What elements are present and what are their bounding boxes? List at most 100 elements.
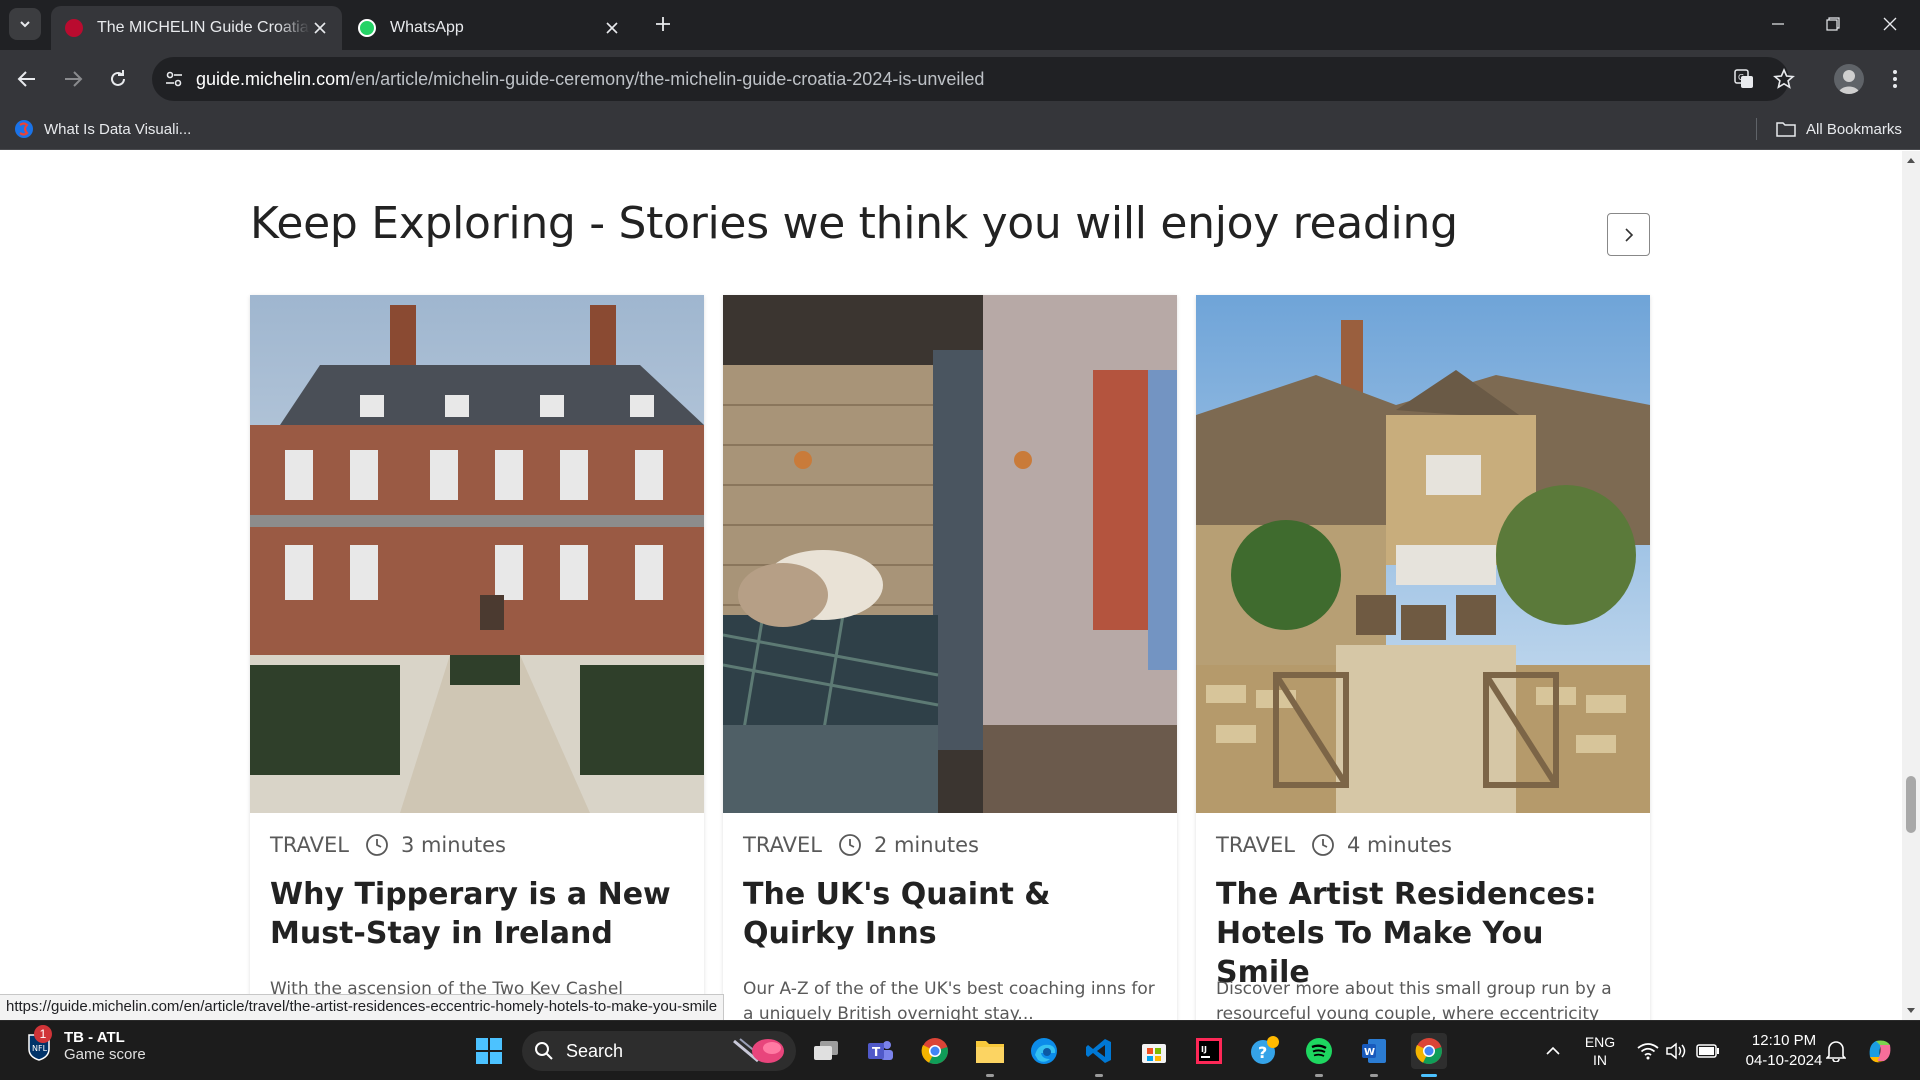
article-excerpt: Our A-Z of the of the UK's best coaching…: [743, 979, 1155, 1020]
word-icon: W: [1362, 1039, 1386, 1063]
help-icon: ?: [1251, 1036, 1279, 1064]
chrome-icon: [1415, 1038, 1442, 1065]
all-bookmarks-button[interactable]: All Bookmarks: [1776, 108, 1902, 150]
close-window-button[interactable]: [1870, 8, 1910, 40]
back-button[interactable]: [11, 63, 43, 95]
chrome-app-active[interactable]: [1411, 1033, 1447, 1069]
word-app[interactable]: W: [1356, 1033, 1392, 1069]
show-hidden-icons-button[interactable]: [1535, 1033, 1571, 1069]
michelin-favicon-icon: [65, 19, 83, 37]
sports-widget[interactable]: NFL 1 TB - ATL Game score: [24, 1025, 146, 1063]
edge-app[interactable]: [1026, 1033, 1062, 1069]
clock[interactable]: 12:10 PM 04-10-2024: [1738, 1031, 1830, 1071]
restore-button[interactable]: [1813, 8, 1853, 40]
article-headline[interactable]: Why Tipperary is a New Must-Stay in Irel…: [270, 875, 690, 953]
browser-tab-strip: The MICHELIN Guide Croatia 2024 WhatsApp: [0, 0, 1920, 50]
page-viewport: Keep Exploring - Stories we think you wi…: [0, 151, 1902, 1020]
search-icon: [535, 1042, 553, 1060]
article-excerpt: Discover more about this small group run…: [1216, 979, 1612, 1020]
scroll-down-arrow-icon[interactable]: [1902, 1004, 1920, 1018]
url-host: guide.michelin.com: [196, 68, 351, 89]
article-card[interactable]: TRAVEL 2 minutes The UK's Quaint & Quirk…: [723, 295, 1177, 1020]
carousel-next-button[interactable]: [1607, 213, 1650, 256]
all-bookmarks-label: All Bookmarks: [1806, 120, 1902, 138]
chevron-down-icon: [20, 21, 30, 28]
tab-michelin[interactable]: The MICHELIN Guide Croatia 2024: [51, 6, 342, 50]
start-button[interactable]: [471, 1033, 507, 1069]
chrome-app[interactable]: [917, 1033, 953, 1069]
svg-text:?: ?: [1258, 1043, 1267, 1062]
scrollbar-thumb[interactable]: [1906, 776, 1916, 833]
clock-icon: [1312, 834, 1334, 856]
spotify-app[interactable]: [1301, 1033, 1337, 1069]
article-image-manor-house[interactable]: [250, 295, 704, 813]
article-image-thatched-cottage[interactable]: [1196, 295, 1650, 813]
vscode-icon: [1086, 1039, 1111, 1063]
task-view-button[interactable]: [808, 1033, 844, 1069]
battery-status[interactable]: [1690, 1033, 1726, 1069]
running-indicator: [1095, 1074, 1103, 1077]
copilot-button[interactable]: [1862, 1033, 1898, 1069]
nfl-icon: NFL 1: [24, 1025, 54, 1061]
minimize-button[interactable]: [1758, 8, 1798, 40]
new-tab-button[interactable]: [650, 11, 676, 37]
file-explorer-app[interactable]: [972, 1033, 1008, 1069]
page-scrollbar[interactable]: [1902, 151, 1920, 1020]
intellij-app[interactable]: IJ: [1191, 1033, 1227, 1069]
address-url: guide.michelin.com/en/article/michelin-g…: [196, 69, 984, 90]
whatsapp-favicon-icon: [358, 19, 376, 37]
teams-icon: T: [868, 1041, 893, 1060]
forward-button[interactable]: [57, 63, 89, 95]
close-icon[interactable]: [602, 18, 622, 38]
bookmark-star-icon[interactable]: [1770, 65, 1798, 93]
link-status-bubble: https://guide.michelin.com/en/article/tr…: [0, 994, 725, 1020]
language-code: ENG: [1584, 1034, 1616, 1050]
running-indicator: [1315, 1074, 1323, 1077]
close-icon: [1883, 17, 1897, 31]
article-image-inn-bedroom[interactable]: [723, 295, 1177, 813]
clock-icon: [366, 834, 388, 856]
reload-button[interactable]: [102, 63, 134, 95]
reload-icon: [111, 70, 125, 86]
chrome-icon: [921, 1038, 948, 1065]
article-meta: TRAVEL 2 minutes: [743, 833, 979, 857]
spotify-icon: [1306, 1038, 1332, 1064]
vscode-app[interactable]: [1081, 1033, 1117, 1069]
profile-avatar[interactable]: [1834, 64, 1864, 94]
microsoft-store-app[interactable]: [1136, 1033, 1172, 1069]
bookmark-item[interactable]: What Is Data Visuali...: [14, 108, 191, 150]
article-category: TRAVEL: [743, 833, 822, 857]
address-bar[interactable]: guide.michelin.com/en/article/michelin-g…: [152, 57, 1795, 101]
help-app[interactable]: ?: [1246, 1033, 1282, 1069]
article-read-time: 2 minutes: [873, 833, 979, 857]
tab-search-button[interactable]: [9, 8, 41, 40]
search-highlight-icon: [733, 1038, 784, 1063]
svg-text:NFL: NFL: [32, 1044, 48, 1053]
edge-icon: [1031, 1038, 1057, 1064]
search-label: Search: [566, 1040, 624, 1061]
translate-icon[interactable]: G: [1730, 65, 1758, 93]
battery-icon: [1696, 1044, 1719, 1058]
site-info-icon[interactable]: [160, 65, 188, 93]
tab-whatsapp[interactable]: WhatsApp: [344, 6, 634, 50]
close-icon[interactable]: [310, 18, 330, 38]
region-code: IN: [1593, 1052, 1607, 1068]
article-card[interactable]: TRAVEL 4 minutes The Artist Residences: …: [1196, 295, 1650, 1020]
teams-app[interactable]: T: [862, 1033, 898, 1069]
article-headline[interactable]: The Artist Residences: Hotels To Make Yo…: [1216, 875, 1636, 992]
svg-text:G: G: [1738, 73, 1744, 82]
browser-menu-button[interactable]: [1880, 64, 1910, 94]
notification-badge: 1: [34, 1025, 52, 1043]
running-indicator: [1370, 1074, 1378, 1077]
article-meta: TRAVEL 4 minutes: [1216, 833, 1452, 857]
windows-logo-icon: [476, 1038, 502, 1064]
svg-text:W: W: [1364, 1047, 1375, 1058]
language-indicator[interactable]: ENG IN: [1572, 1033, 1628, 1069]
scroll-up-arrow-icon[interactable]: [1902, 153, 1920, 167]
taskbar-search[interactable]: Search: [522, 1031, 796, 1071]
bookmarks-divider: [1756, 118, 1757, 140]
article-headline[interactable]: The UK's Quaint & Quirky Inns: [743, 875, 1163, 953]
notifications-button[interactable]: [1818, 1033, 1854, 1069]
article-card[interactable]: TRAVEL 3 minutes Why Tipperary is a New …: [250, 295, 704, 1020]
tab-title: WhatsApp: [390, 19, 464, 36]
